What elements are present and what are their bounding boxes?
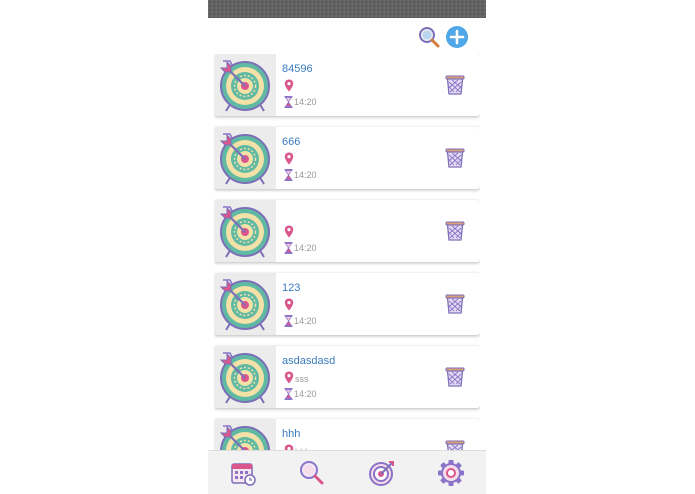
trash-icon — [445, 221, 465, 241]
time-row: 14:20 — [284, 169, 317, 181]
trash-icon — [445, 148, 465, 168]
target-icon — [219, 279, 270, 331]
nav-search[interactable] — [296, 457, 328, 489]
goal-time: 14:20 — [294, 316, 317, 326]
status-bar — [208, 0, 486, 18]
nav-target[interactable] — [366, 457, 398, 489]
trash-icon — [445, 367, 465, 387]
goal-list: 84596 14:20 666 14:20 14:20 123 14:20 as… — [214, 54, 480, 452]
goal-thumbnail — [214, 127, 276, 189]
hourglass-icon — [284, 315, 293, 327]
trash-icon — [445, 75, 465, 95]
time-row: 14:20 — [284, 242, 317, 254]
target-icon — [368, 460, 394, 486]
location-pin-icon — [284, 298, 294, 311]
delete-button[interactable] — [444, 147, 466, 169]
target-icon — [219, 206, 270, 258]
goal-title: 666 — [282, 136, 301, 148]
goal-card[interactable]: hhh hhh 14:20 — [214, 419, 480, 452]
target-icon — [219, 352, 270, 404]
location-pin-icon — [284, 371, 294, 384]
goal-time: 14:20 — [294, 389, 317, 399]
location-pin-icon — [284, 79, 294, 92]
goal-location: sss — [295, 374, 309, 384]
goal-card[interactable]: 14:20 — [214, 200, 480, 262]
location-row — [284, 79, 295, 92]
location-row — [284, 152, 295, 165]
goal-card[interactable]: 84596 14:20 — [214, 54, 480, 116]
goal-title: 123 — [282, 282, 301, 294]
location-pin-icon — [284, 225, 294, 238]
target-icon — [219, 425, 270, 452]
hourglass-icon — [284, 169, 293, 181]
goal-title: asdasdasd — [282, 355, 336, 367]
location-row — [284, 298, 295, 311]
goal-card[interactable]: 123 14:20 — [214, 273, 480, 335]
location-row: sss — [284, 371, 309, 384]
add-button[interactable] — [444, 24, 470, 50]
goal-card[interactable]: asdasdasd sss 14:20 — [214, 346, 480, 408]
trash-icon — [445, 294, 465, 314]
target-icon — [219, 133, 270, 185]
search-button[interactable] — [416, 24, 442, 50]
goal-title: 84596 — [282, 63, 313, 75]
hourglass-icon — [284, 242, 293, 254]
nav-settings[interactable] — [435, 457, 467, 489]
goal-thumbnail — [214, 200, 276, 262]
phone-screen: 84596 14:20 666 14:20 14:20 123 14:20 as… — [208, 0, 486, 494]
search-icon — [419, 27, 440, 48]
time-row: 14:20 — [284, 315, 317, 327]
goal-thumbnail — [214, 346, 276, 408]
goal-time: 14:20 — [294, 97, 317, 107]
gear-icon — [438, 459, 465, 486]
delete-button[interactable] — [444, 220, 466, 242]
delete-button[interactable] — [444, 366, 466, 388]
search-icon — [300, 460, 324, 484]
add-icon — [446, 26, 468, 48]
goal-card[interactable]: 666 14:20 — [214, 127, 480, 189]
time-row: 14:20 — [284, 388, 317, 400]
top-actions — [416, 24, 470, 50]
time-row: 14:20 — [284, 96, 317, 108]
goal-title: hhh — [282, 428, 301, 440]
hourglass-icon — [284, 388, 293, 400]
goal-time: 14:20 — [294, 170, 317, 180]
bottom-nav — [208, 450, 486, 494]
location-pin-icon — [284, 152, 294, 165]
delete-button[interactable] — [444, 293, 466, 315]
goal-thumbnail — [214, 419, 276, 452]
calendar-grid-icon — [231, 462, 256, 486]
goal-thumbnail — [214, 54, 276, 116]
goal-time: 14:20 — [294, 243, 317, 253]
hourglass-icon — [284, 96, 293, 108]
target-icon — [219, 60, 270, 112]
nav-calendar[interactable] — [227, 457, 259, 489]
delete-button[interactable] — [444, 74, 466, 96]
goal-thumbnail — [214, 273, 276, 335]
location-row — [284, 225, 295, 238]
